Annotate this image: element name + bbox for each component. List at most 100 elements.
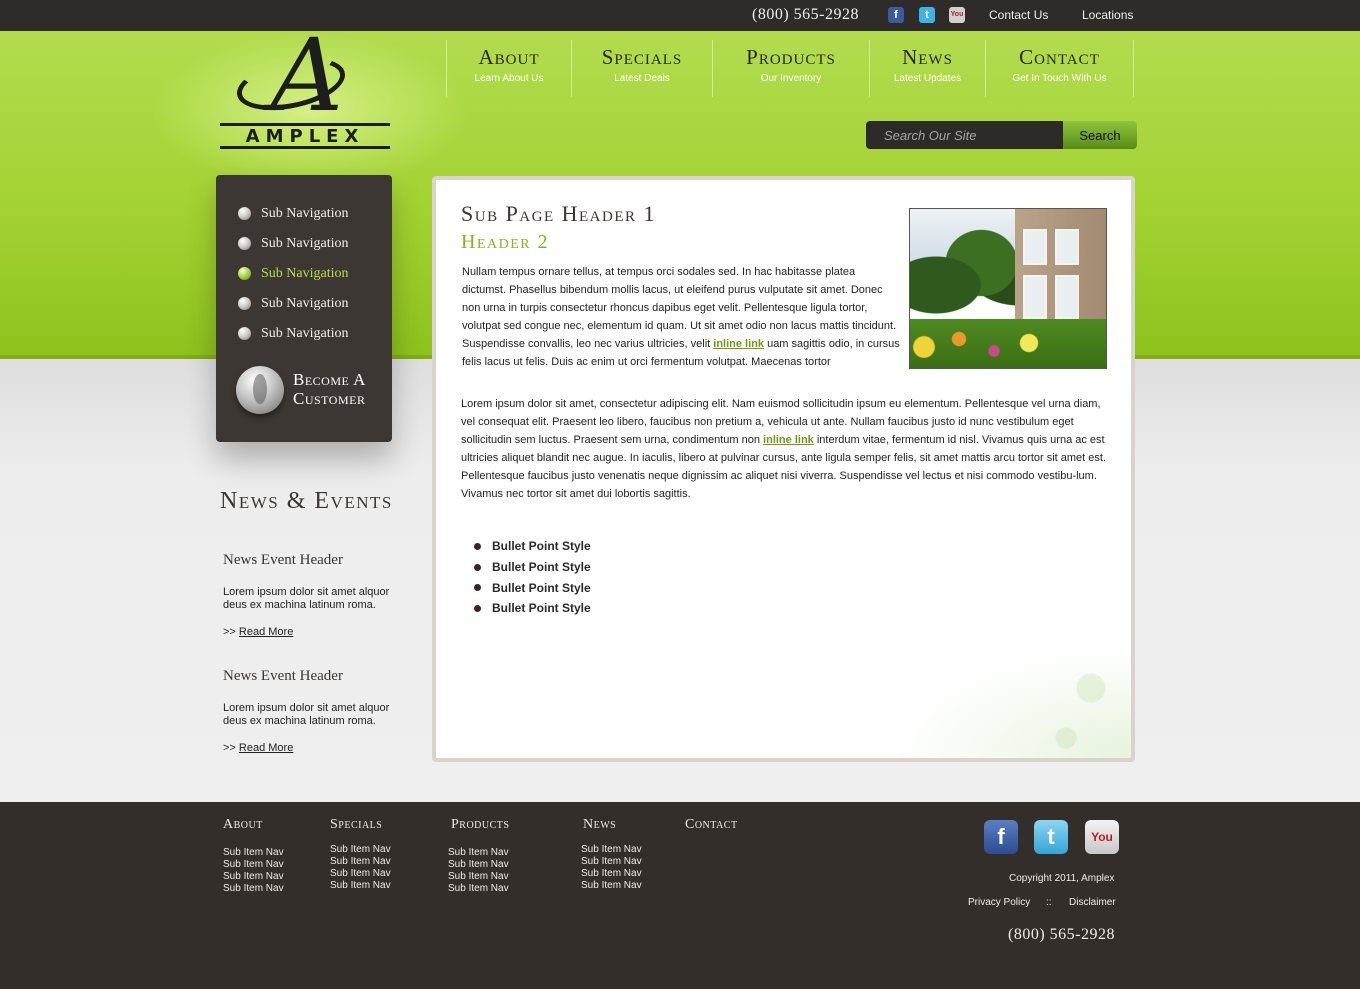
copyright-text: Copyright 2011, Amplex: [1009, 873, 1115, 884]
twitter-icon[interactable]: t: [1034, 820, 1068, 854]
footer-phone-number: (800) 565-2928: [1008, 926, 1115, 943]
inline-link[interactable]: inline link: [763, 434, 814, 446]
page-title: Sub Page Header 1: [461, 201, 657, 226]
search-button[interactable]: Search: [1063, 121, 1137, 149]
sub-navigation-item[interactable]: Sub Navigation: [238, 325, 349, 355]
twitter-icon[interactable]: t: [919, 7, 935, 23]
read-more-link[interactable]: Read More: [239, 742, 293, 754]
read-more-prefix: >>: [223, 742, 239, 754]
footer-sub-item[interactable]: Sub Item Nav: [223, 847, 284, 859]
footer-sub-item[interactable]: Sub Item Nav: [581, 844, 642, 856]
sub-navigation-item[interactable]: Sub Navigation: [238, 295, 349, 325]
footer-sub-item[interactable]: Sub Item Nav: [330, 868, 391, 880]
bullet-dot-icon: [474, 542, 481, 550]
news-event-header: News Event Header: [223, 552, 343, 568]
youtube-icon[interactable]: You: [949, 7, 965, 23]
house-garden-photo: [909, 208, 1107, 369]
footer-column-title[interactable]: Specials: [330, 817, 391, 833]
footer-column-about: About Sub Item Nav Sub Item Nav Sub Item…: [223, 817, 284, 895]
footer-column-title[interactable]: News: [581, 817, 642, 833]
privacy-policy-link[interactable]: Privacy Policy: [968, 897, 1030, 908]
footer-column-title[interactable]: Products: [448, 817, 509, 833]
footer-sub-item[interactable]: Sub Item Nav: [223, 871, 284, 883]
logo-rule: [220, 146, 390, 149]
footer-sub-item[interactable]: Sub Item Nav: [581, 856, 642, 868]
sub-navigation-item-active[interactable]: Sub Navigation: [238, 265, 349, 295]
search-input[interactable]: [866, 121, 1063, 149]
footer-column-contact: Contact: [685, 817, 738, 847]
facebook-icon[interactable]: f: [888, 7, 904, 23]
top-link-locations[interactable]: Locations: [1082, 8, 1133, 22]
become-a-customer-button[interactable]: Become A Customer: [236, 364, 386, 419]
nav-title: Products: [746, 45, 836, 69]
main-nav: About Learn About Us Specials Latest Dea…: [446, 40, 1134, 97]
nav-title: Specials: [601, 45, 683, 69]
sub-navigation-label: Sub Navigation: [261, 236, 349, 251]
floral-decoration: [891, 648, 1131, 758]
footer-sub-item[interactable]: Sub Item Nav: [330, 844, 391, 856]
footer-column-specials: Specials Sub Item Nav Sub Item Nav Sub I…: [330, 817, 391, 892]
nav-bullet-active-icon: [238, 267, 251, 280]
leaf-orb-icon: [236, 366, 284, 414]
list-item: Bullet Point Style: [474, 557, 591, 578]
footer-sub-item[interactable]: Sub Item Nav: [581, 880, 642, 892]
nav-item-about[interactable]: About Learn About Us: [446, 40, 571, 97]
list-item-text: Bullet Point Style: [492, 560, 591, 575]
footer-sub-item[interactable]: Sub Item Nav: [330, 856, 391, 868]
list-item: Bullet Point Style: [474, 577, 591, 598]
logo-wordmark[interactable]: AMPLEX: [220, 127, 390, 146]
youtube-icon[interactable]: You: [1085, 820, 1119, 854]
footer-separator: ::: [1046, 897, 1052, 908]
sub-navigation-label: Sub Navigation: [261, 206, 349, 221]
sub-navigation-label: Sub Navigation: [261, 296, 349, 311]
sub-navigation-item[interactable]: Sub Navigation: [238, 235, 349, 265]
nav-subtitle: Our Inventory: [760, 73, 822, 84]
facebook-icon[interactable]: f: [984, 820, 1018, 854]
bullet-dot-icon: [474, 563, 481, 571]
footer-sub-item[interactable]: Sub Item Nav: [448, 847, 509, 859]
nav-subtitle: Latest Updates: [893, 73, 962, 84]
footer: [0, 802, 1360, 989]
nav-item-specials[interactable]: Specials Latest Deals: [571, 40, 712, 97]
list-item-text: Bullet Point Style: [492, 539, 591, 554]
footer-sub-item[interactable]: Sub Item Nav: [448, 871, 509, 883]
sub-navigation-item[interactable]: Sub Navigation: [238, 205, 349, 235]
footer-column-title[interactable]: Contact: [685, 817, 738, 833]
sub-navigation-list: Sub Navigation Sub Navigation Sub Naviga…: [238, 205, 349, 355]
bullet-list: Bullet Point Style Bullet Point Style Bu…: [474, 536, 591, 619]
logo-letter[interactable]: A: [232, 26, 382, 126]
footer-sub-item[interactable]: Sub Item Nav: [330, 880, 391, 892]
disclaimer-link[interactable]: Disclaimer: [1069, 897, 1116, 908]
footer-sub-item[interactable]: Sub Item Nav: [223, 859, 284, 871]
nav-item-products[interactable]: Products Our Inventory: [712, 40, 869, 97]
nav-title: About: [478, 45, 540, 69]
news-read-more: >> Read More: [223, 626, 293, 638]
read-more-link[interactable]: Read More: [239, 626, 293, 638]
footer-sub-item[interactable]: Sub Item Nav: [448, 859, 509, 871]
top-bar: [0, 0, 1360, 31]
list-item-text: Bullet Point Style: [492, 601, 591, 616]
footer-sub-item[interactable]: Sub Item Nav: [581, 868, 642, 880]
footer-sub-item[interactable]: Sub Item Nav: [448, 883, 509, 895]
list-item-text: Bullet Point Style: [492, 580, 591, 595]
footer-column-news: News Sub Item Nav Sub Item Nav Sub Item …: [581, 817, 642, 892]
become-a-customer-label: Become A Customer: [293, 370, 366, 408]
inline-link[interactable]: inline link: [713, 338, 764, 350]
sub-navigation-panel: Sub Navigation Sub Navigation Sub Naviga…: [216, 175, 392, 442]
top-phone-number: (800) 565-2928: [752, 6, 859, 23]
nav-title: Contact: [1019, 45, 1100, 69]
read-more-prefix: >>: [223, 626, 239, 638]
sub-navigation-label: Sub Navigation: [261, 266, 349, 281]
news-event-body: Lorem ipsum dolor sit amet alquor deus e…: [223, 702, 390, 727]
footer-column-title[interactable]: About: [223, 817, 284, 833]
nav-item-news[interactable]: News Latest Updates: [869, 40, 985, 97]
sub-navigation-label: Sub Navigation: [261, 326, 349, 341]
bullet-dot-icon: [474, 584, 481, 592]
bullet-dot-icon: [474, 604, 481, 612]
footer-sub-item[interactable]: Sub Item Nav: [223, 883, 284, 895]
top-link-contact-us[interactable]: Contact Us: [989, 8, 1048, 22]
list-item: Bullet Point Style: [474, 536, 591, 557]
nav-subtitle: Get In Touch With Us: [1012, 73, 1107, 84]
nav-item-contact[interactable]: Contact Get In Touch With Us: [985, 40, 1134, 97]
news-events-title: News & Events: [220, 488, 393, 514]
